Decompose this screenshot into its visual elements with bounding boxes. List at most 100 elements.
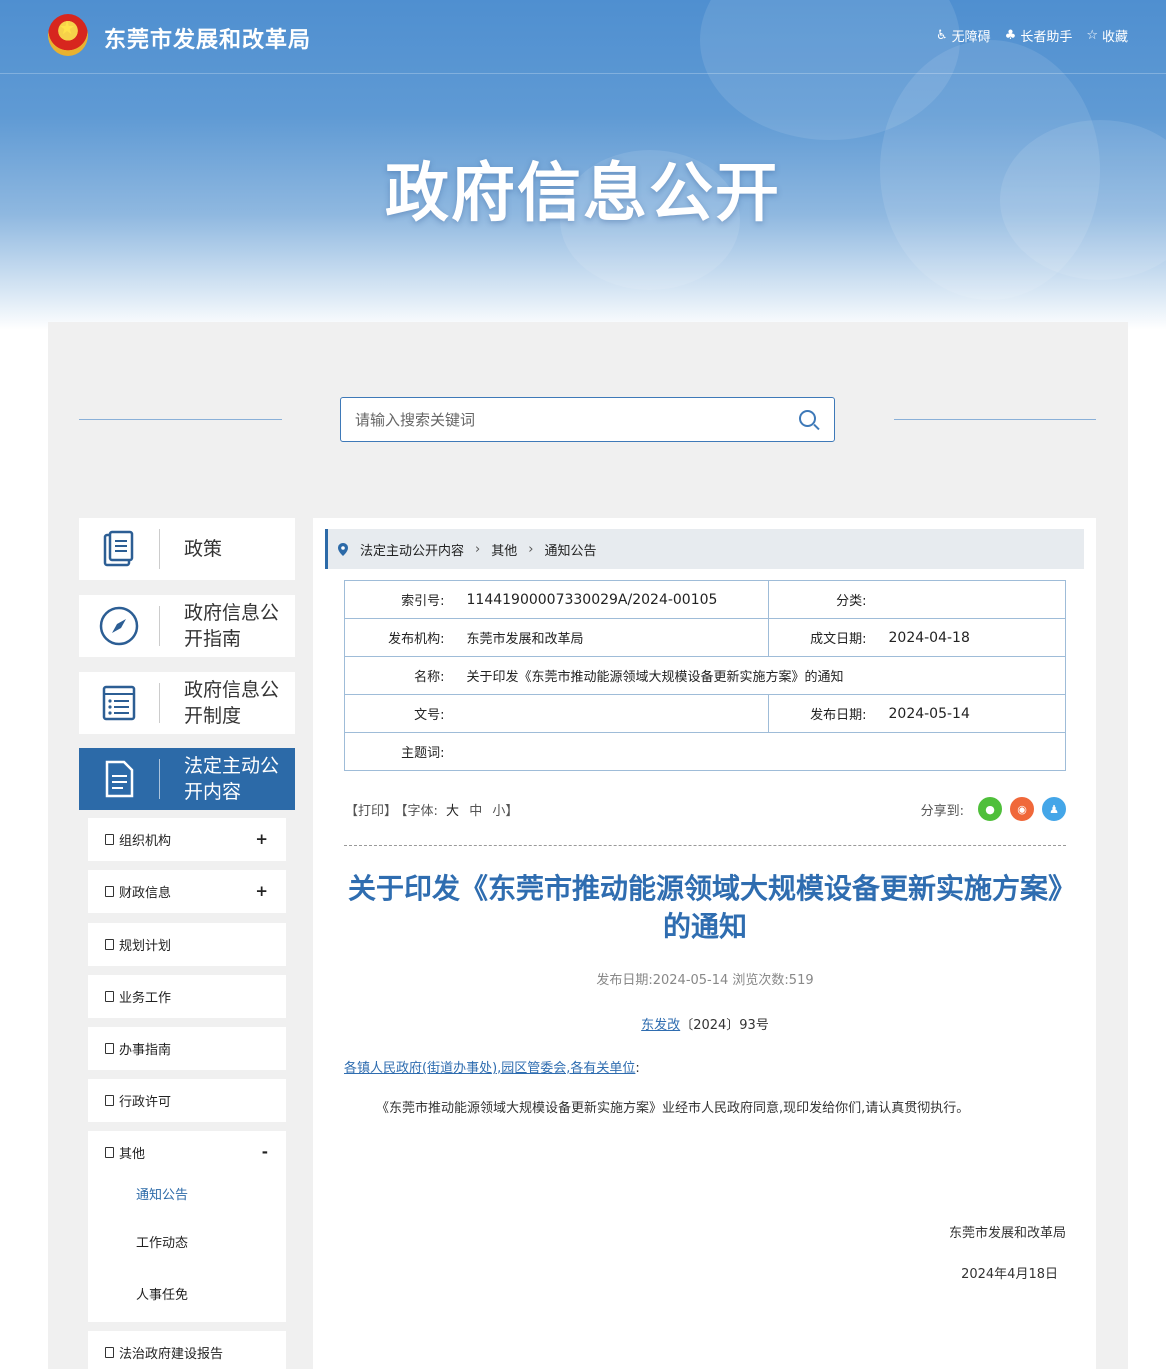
document-icon	[79, 748, 159, 810]
sidebar-category-system[interactable]: 政府信息公开制度	[79, 672, 295, 734]
font-large-button[interactable]: 大	[446, 804, 459, 819]
site-title[interactable]: 东莞市发展和改革局	[104, 22, 311, 54]
font-size-prefix: 【字体:	[401, 804, 438, 819]
meta-category-value	[878, 580, 1066, 619]
document-icon	[105, 939, 114, 950]
expand-toggle[interactable]: +	[255, 830, 268, 848]
wechat-share-icon[interactable]: ●	[978, 797, 1002, 821]
document-icon	[105, 991, 114, 1002]
document-meta-table: 索引号: 11441900007330029A/2024-00105 分类: 发…	[344, 580, 1066, 771]
meta-name-value: 关于印发《东莞市推动能源领域大规模设备更新实施方案》的通知	[456, 656, 1066, 695]
breadcrumb-item[interactable]: 法定主动公开内容	[360, 540, 464, 559]
location-pin-icon	[338, 542, 348, 556]
sidebar-category-statutory[interactable]: 法定主动公开内容	[79, 748, 295, 810]
header-banner: ★ 东莞市发展和改革局 ♿ 无障碍 ♣ 长者助手 ☆ 收藏 政府信息公开	[0, 0, 1166, 330]
link-label: 长者助手	[1020, 30, 1073, 45]
article-signature: 东莞市发展和改革局	[948, 1226, 1066, 1241]
chevron-right-icon: ›	[475, 541, 481, 557]
accessibility-link[interactable]: ♿ 无障碍	[936, 26, 991, 45]
category-label: 法定主动公开内容	[184, 755, 280, 803]
font-small-button[interactable]: 小	[492, 804, 505, 819]
article-tools: 【打印】 【字体: 大 中 小】	[345, 800, 518, 819]
recipients-link[interactable]: 各镇人民政府(街道办事处),园区管委会,各有关单位	[344, 1061, 635, 1076]
sidebar-item-guide[interactable]: 办事指南	[88, 1027, 286, 1070]
sidebar-item-org[interactable]: 组织机构 +	[88, 818, 286, 861]
search-divider-left	[79, 419, 282, 420]
sidebar-item-other-header[interactable]: 其他 -	[88, 1131, 286, 1174]
search-divider-right	[894, 419, 1096, 420]
national-emblem-icon: ★	[48, 14, 88, 56]
document-icon	[105, 834, 114, 845]
article-body: 《东莞市推动能源领域大规模设备更新实施方案》业经市人民政府同意,现印发给你们,请…	[376, 1101, 970, 1116]
weibo-share-icon[interactable]: ◉	[1010, 797, 1034, 821]
sidebar-child-notice[interactable]: 通知公告	[88, 1174, 286, 1218]
sidebar-item-report[interactable]: 法治政府建设报告	[88, 1331, 286, 1369]
meta-pubdate-value: 2024-05-14	[878, 694, 1066, 733]
doc-number-rest: 〔2024〕93号	[680, 1018, 769, 1033]
document-icon	[105, 1095, 114, 1106]
meta-label: 发布机构:	[344, 618, 457, 657]
chevron-right-icon: ›	[528, 541, 534, 557]
sidebar-category-guide[interactable]: 政府信息公开指南	[79, 595, 295, 657]
search-icon[interactable]	[799, 410, 816, 427]
sidebar-category-policy[interactable]: 政策	[79, 518, 295, 580]
qq-share-icon[interactable]: ♟	[1042, 797, 1066, 821]
font-size-suffix: 】	[505, 804, 519, 819]
sidebar-item-business[interactable]: 业务工作	[88, 975, 286, 1018]
meta-label: 分类:	[768, 580, 879, 619]
breadcrumb-item[interactable]: 通知公告	[544, 540, 596, 559]
document-icon	[105, 886, 114, 897]
sidebar-item-other: 其他 - 通知公告 工作动态 人事任免	[88, 1131, 286, 1322]
font-medium-button[interactable]: 中	[469, 804, 482, 819]
meta-index-value: 11441900007330029A/2024-00105	[456, 580, 769, 619]
item-label: 组织机构	[119, 834, 172, 849]
sidebar-item-plan[interactable]: 规划计划	[88, 923, 286, 966]
search-box	[340, 397, 835, 442]
main-panel: 政策 政府信息公开指南 政府信息公开制度 法定主动公开内容 组织机构 + 财政信息…	[48, 322, 1128, 1369]
meta-label: 发布日期:	[768, 694, 879, 733]
doc-number-link[interactable]: 东发改	[641, 1018, 680, 1033]
list-document-icon	[79, 672, 159, 734]
elder-assist-link[interactable]: ♣ 长者助手	[1005, 26, 1073, 45]
recipients-suffix: :	[635, 1061, 640, 1076]
divider	[344, 845, 1066, 846]
article-doc-number: 东发改〔2024〕93号	[344, 1014, 1066, 1033]
article-title: 关于印发《东莞市推动能源领域大规模设备更新实施方案》的通知	[347, 872, 1062, 943]
accessibility-icon: ♿	[935, 28, 948, 43]
sidebar-item-finance[interactable]: 财政信息 +	[88, 870, 286, 913]
top-links: ♿ 无障碍 ♣ 长者助手 ☆ 收藏	[936, 26, 1128, 45]
print-button[interactable]: 【打印】	[345, 804, 397, 819]
breadcrumb: 法定主动公开内容 › 其他 › 通知公告	[325, 529, 1084, 569]
collapse-toggle[interactable]: -	[262, 1143, 268, 1161]
search-input[interactable]	[341, 398, 771, 441]
sidebar-child-news[interactable]: 工作动态	[88, 1218, 286, 1270]
compass-icon	[79, 595, 159, 657]
meta-label: 名称:	[344, 656, 457, 695]
article-recipients: 各镇人民政府(街道办事处),园区管委会,各有关单位:	[344, 1057, 640, 1076]
meta-created-value: 2024-04-18	[878, 618, 1066, 657]
meta-label: 索引号:	[344, 580, 457, 619]
meta-label: 主题词:	[344, 732, 457, 771]
star-icon: ☆	[1086, 28, 1098, 43]
elder-assist-icon: ♣	[1004, 28, 1017, 43]
breadcrumb-item[interactable]: 其他	[491, 540, 517, 559]
item-label: 其他	[119, 1147, 146, 1162]
link-label: 收藏	[1101, 30, 1128, 45]
sidebar-item-license[interactable]: 行政许可	[88, 1079, 286, 1122]
item-label: 法治政府建设报告	[119, 1347, 224, 1362]
policy-book-icon	[79, 518, 159, 580]
meta-label: 成文日期:	[768, 618, 879, 657]
favorite-link[interactable]: ☆ 收藏	[1086, 26, 1128, 45]
category-label: 政策	[184, 538, 223, 560]
hero-title: 政府信息公开	[385, 157, 781, 231]
meta-keywords-value	[456, 732, 1066, 771]
article-sign-date: 2024年4月18日	[961, 1267, 1058, 1282]
sidebar-child-personnel[interactable]: 人事任免	[88, 1270, 286, 1322]
expand-toggle[interactable]: +	[255, 882, 268, 900]
document-icon	[105, 1043, 114, 1054]
document-icon	[105, 1147, 114, 1158]
meta-publisher-value: 东莞市发展和改革局	[456, 618, 769, 657]
document-icon	[105, 1347, 114, 1358]
meta-label: 文号:	[344, 694, 457, 733]
link-label: 无障碍	[951, 30, 991, 45]
